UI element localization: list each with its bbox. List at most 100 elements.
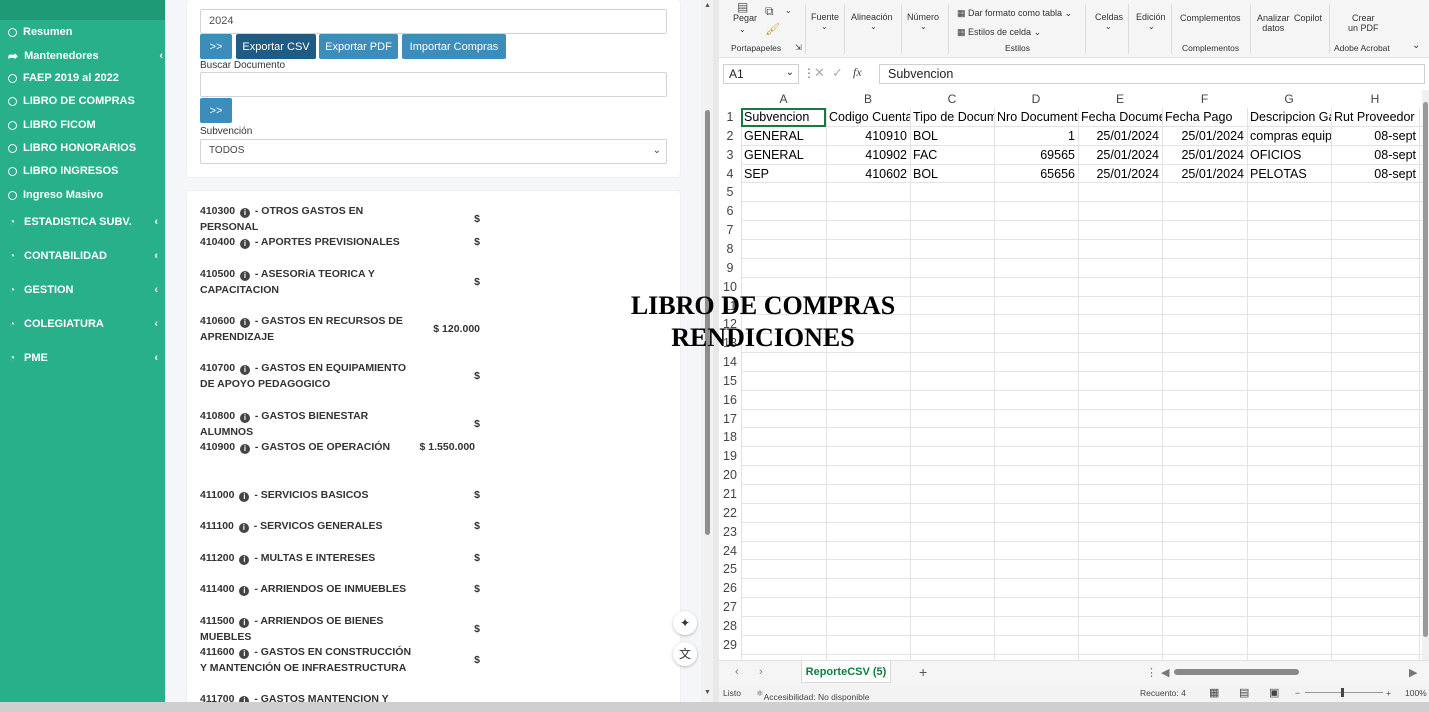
row-header[interactable]: 4 [719,164,741,184]
table-cell[interactable]: GENERAL [741,127,826,146]
row-header[interactable]: 29 [719,635,741,655]
header-cell[interactable]: Rut Proveedor [1331,108,1419,127]
scrollbar-thumb[interactable] [1423,102,1428,637]
translate-icon[interactable]: 文 [673,642,697,666]
column-header[interactable]: D [994,90,1078,108]
chevron-down-icon[interactable]: ⌄ [821,22,828,31]
export-csv-button[interactable]: Exportar CSV [236,34,316,59]
chevron-down-icon[interactable]: ⌄ [920,22,927,31]
dialog-launcher-icon[interactable]: ⇲ [795,43,802,52]
row-header[interactable]: 3 [719,145,741,165]
formula-input[interactable]: Subvencion [879,64,1425,84]
info-icon[interactable]: i [239,271,250,281]
row-header[interactable]: 6 [719,202,741,222]
table-cell[interactable]: 25/01/2024 [1162,127,1247,146]
row-header[interactable]: 20 [719,466,741,485]
table-cell[interactable]: 410902 [826,146,910,165]
table-cell[interactable]: FAC [910,146,994,165]
row-header[interactable]: 21 [719,485,741,504]
vertical-scrollbar[interactable] [1422,90,1429,660]
header-cell[interactable]: Nro Documento [994,108,1078,127]
next-sheet-icon[interactable]: › [759,666,763,678]
table-cell[interactable]: PELOTAS [1247,165,1331,184]
info-icon[interactable]: i [238,523,249,533]
scroll-left-icon[interactable]: ◀ [1161,666,1169,679]
collapse-ribbon-icon[interactable]: ⌄ [1412,40,1420,51]
page-break-icon[interactable]: ▣ [1269,686,1279,699]
alignment-button[interactable]: Alineación [851,12,893,22]
chevron-down-icon[interactable]: ⌄ [786,67,794,78]
table-cell[interactable]: GENERAL [741,146,826,165]
table-cell[interactable]: 25/01/2024 [1078,127,1162,146]
table-cell[interactable]: 25/01/2024 [1078,165,1162,184]
row-header[interactable]: 22 [719,503,741,523]
year-go-button[interactable]: >> [200,34,232,59]
sidebar-item-ingreso-masivo[interactable]: Ingreso Masivo [8,189,103,201]
scroll-right-icon[interactable]: ▶ [1409,666,1417,679]
sidebar-item-colegiatura[interactable]: ◔ COLEGIATURA ‹ [6,318,162,330]
row-header[interactable]: 9 [719,258,741,278]
cancel-icon[interactable]: ✕ [814,65,825,81]
subvencion-select[interactable]: TODOS ⌄ [200,139,667,164]
scroll-down-icon[interactable]: ▼ [704,689,711,696]
info-icon[interactable]: i [239,649,250,659]
column-header[interactable]: F [1162,90,1247,108]
row-header[interactable]: 19 [719,447,741,467]
row-header[interactable]: 28 [719,616,741,636]
row-header[interactable]: 16 [719,390,741,410]
chevron-down-icon[interactable]: ⌄ [1148,22,1155,31]
info-icon[interactable]: i [239,555,250,565]
table-cell[interactable]: compras equipo [1247,127,1331,146]
year-input[interactable]: 2024 [200,9,667,34]
sidebar-item-libro-ficom[interactable]: LIBRO FICOM [8,119,96,131]
create-pdf-button[interactable]: Crear un PDF [1348,13,1379,33]
add-ins-button[interactable]: Complementos [1180,13,1241,23]
column-header[interactable]: B [826,90,910,108]
spreadsheet-grid[interactable]: A B C D E F G H 1 2 3 4 5 6 7 8 9 10 11 12 13 14 15 16 17 18 19 20 2… [719,90,1422,660]
font-button[interactable]: Fuente [811,12,839,22]
info-icon[interactable]: i [239,208,250,218]
table-cell[interactable]: SEP [741,165,826,184]
format-as-table-button[interactable]: ▦ Dar formato como tabla ⌄ [957,8,1072,19]
sidebar-item-libro-ingresos[interactable]: LIBRO INGRESOS [8,165,118,177]
header-cell[interactable]: Descripcion Gasto [1247,108,1331,127]
table-cell[interactable]: 08-sept [1331,127,1419,146]
table-cell[interactable]: 25/01/2024 [1162,146,1247,165]
scroll-up-icon[interactable]: ▲ [704,2,711,9]
info-icon[interactable]: i [239,444,250,454]
page-layout-icon[interactable]: ▤ [1239,686,1249,699]
buscar-go-button[interactable]: >> [200,98,232,123]
chevron-down-icon[interactable]: ⌄ [1105,22,1112,31]
info-icon[interactable]: i [239,586,250,596]
editing-button[interactable]: Edición [1136,12,1166,22]
info-icon[interactable]: i [239,365,250,375]
check-icon[interactable]: ✓ [832,65,843,81]
table-cell[interactable]: 65656 [994,165,1078,184]
prev-sheet-icon[interactable]: ‹ [735,666,739,678]
chevron-down-icon[interactable]: ⌄ [739,25,746,34]
row-header[interactable]: 2 [719,126,741,146]
zoom-in-icon[interactable]: + [1386,688,1391,698]
table-cell[interactable]: 410602 [826,165,910,184]
add-sheet-icon[interactable]: + [919,664,927,680]
row-header[interactable]: 8 [719,239,741,259]
format-painter-icon[interactable]: 🖌 [765,22,780,36]
row-header[interactable]: 25 [719,560,741,580]
chevron-down-icon[interactable]: ⌄ [870,22,877,31]
table-cell[interactable]: 25/01/2024 [1162,165,1247,184]
row-header[interactable]: 17 [719,409,741,429]
accessibility-status[interactable]: ⚛ Accesibilidad: No disponible [756,688,869,702]
column-header[interactable]: H [1331,90,1419,108]
horizontal-scrollbar[interactable] [1174,669,1299,675]
table-cell[interactable]: 08-sept [1331,165,1419,184]
header-cell[interactable]: Fecha Pago [1162,108,1247,127]
normal-view-icon[interactable]: ▦ [1209,686,1219,699]
zoom-slider[interactable] [1305,692,1383,693]
sidebar-item-mantenedores[interactable]: ➦ Mantenedores ‹ [8,49,163,63]
zoom-level[interactable]: 100% [1405,688,1427,698]
sidebar-item-resumen[interactable]: Resumen [8,26,73,38]
import-compras-button[interactable]: Importar Compras [402,34,506,59]
info-icon[interactable]: i [239,413,250,423]
row-header[interactable]: 23 [719,522,741,542]
cells-button[interactable]: Celdas [1095,12,1123,22]
